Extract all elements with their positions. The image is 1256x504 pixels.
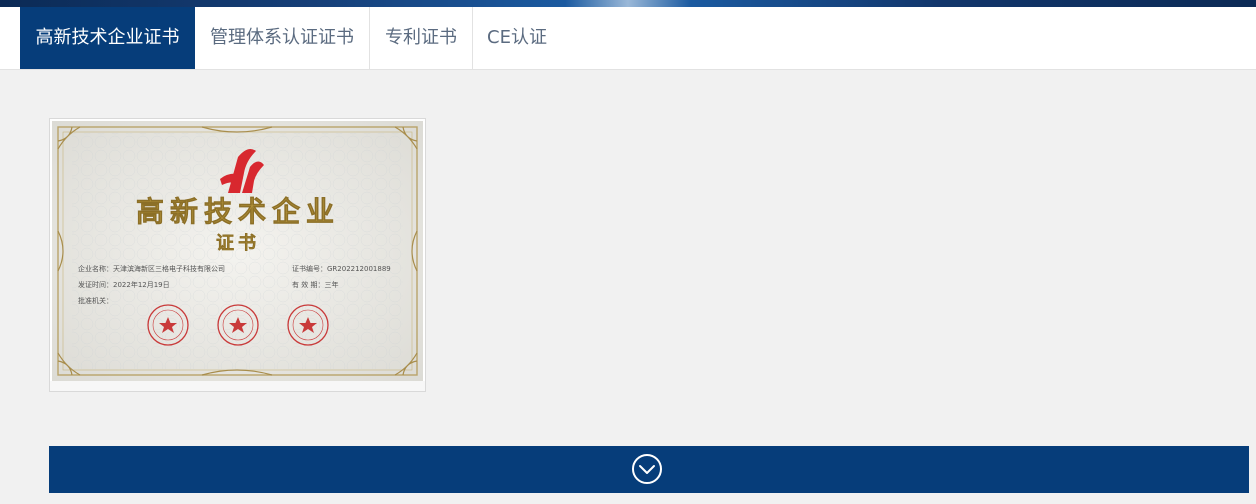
tab-management-system-certificate[interactable]: 管理体系认证证书 xyxy=(195,7,370,69)
certificate-authority: 批准机关： xyxy=(78,296,113,305)
tab-patent-certificate[interactable]: 专利证书 xyxy=(370,7,473,69)
certificate-image: 高新技术企业 证书 企业名称：天津滨海新区三格电子科技有限公司 证书编号：GR2… xyxy=(52,121,423,381)
expand-more-bar[interactable] xyxy=(49,446,1249,493)
certificate-number: 证书编号：GR202212001889 xyxy=(292,264,391,273)
certificate-tabs: 高新技术企业证书 管理体系认证证书 专利证书 CE认证 xyxy=(0,7,1256,70)
top-banner xyxy=(0,0,1256,7)
certificate-caption-area xyxy=(50,381,425,391)
certificate-subtitle: 证书 xyxy=(216,233,260,254)
chevron-down-circle-icon[interactable] xyxy=(631,453,663,485)
certificate-validity: 有 效 期：三年 xyxy=(292,280,338,289)
certificate-company: 企业名称：天津滨海新区三格电子科技有限公司 xyxy=(78,264,225,273)
certificate-date: 发证时间：2022年12月19日 xyxy=(78,280,170,289)
tab-high-tech-certificate[interactable]: 高新技术企业证书 xyxy=(20,7,195,69)
certificate-title: 高新技术企业 xyxy=(136,195,340,228)
tab-ce-certification[interactable]: CE认证 xyxy=(473,7,561,69)
certificate-card[interactable]: 高新技术企业 证书 企业名称：天津滨海新区三格电子科技有限公司 证书编号：GR2… xyxy=(49,118,426,392)
